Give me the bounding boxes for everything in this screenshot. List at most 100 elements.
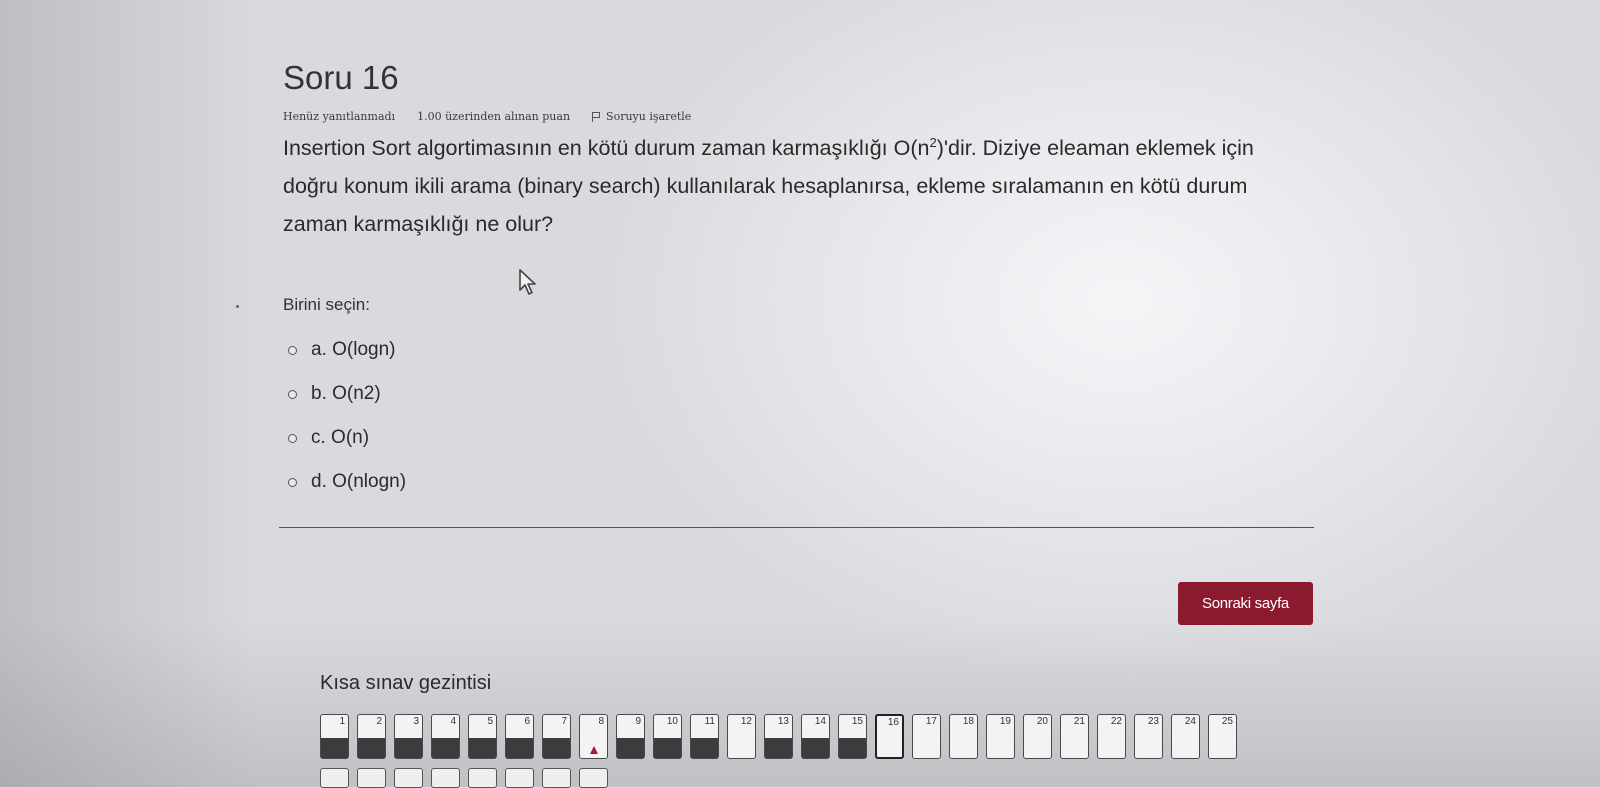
answered-indicator xyxy=(765,738,792,758)
answered-indicator xyxy=(506,738,533,758)
quiz-navigation-title: Kısa sınav gezintisi xyxy=(320,672,492,694)
nav-item-9[interactable]: 9 xyxy=(616,714,645,759)
nav-item-partial[interactable] xyxy=(505,768,534,788)
nav-item-16[interactable]: 16 xyxy=(875,714,904,759)
nav-item-number: 17 xyxy=(925,716,937,727)
quiz-navigation-next-row xyxy=(320,768,608,788)
nav-item-number: 22 xyxy=(1110,716,1122,727)
nav-item-number: 20 xyxy=(1036,716,1048,727)
nav-item-18[interactable]: 18 xyxy=(949,714,978,759)
nav-item-partial[interactable] xyxy=(542,768,571,788)
mouse-pointer-icon xyxy=(519,269,536,295)
nav-item-13[interactable]: 13 xyxy=(764,714,793,759)
nav-item-17[interactable]: 17 xyxy=(912,714,941,759)
question-panel: Soru 16 Henüz yanıtlanmadı 1.00 üzerinde… xyxy=(283,58,1343,243)
answered-indicator xyxy=(802,738,829,758)
answered-indicator xyxy=(691,738,718,758)
nav-item-number: 13 xyxy=(777,716,789,727)
radio-button[interactable] xyxy=(288,477,297,487)
nav-item-10[interactable]: 10 xyxy=(653,714,682,759)
nav-item-number: 10 xyxy=(666,716,678,727)
answered-indicator xyxy=(358,738,385,758)
nav-item-number: 21 xyxy=(1073,716,1085,727)
answer-label: c. O(n) xyxy=(311,427,370,448)
nav-item-number: 24 xyxy=(1184,716,1196,727)
answer-option-b[interactable]: b. O(n2) xyxy=(288,372,406,416)
nav-item-11[interactable]: 11 xyxy=(690,714,719,759)
nav-item-4[interactable]: 4 xyxy=(431,714,460,759)
nav-item-partial[interactable] xyxy=(431,768,460,788)
nav-item-19[interactable]: 19 xyxy=(986,714,1015,759)
answered-indicator xyxy=(395,738,422,758)
radio-button[interactable] xyxy=(288,389,297,399)
answered-indicator xyxy=(654,738,681,758)
nav-item-24[interactable]: 24 xyxy=(1171,714,1200,759)
nav-item-number: 8 xyxy=(598,716,604,727)
nav-item-14[interactable]: 14 xyxy=(801,714,830,759)
question-text: Insertion Sort algortimasının en kötü du… xyxy=(283,129,1273,243)
question-status: Henüz yanıtlanmadı xyxy=(283,110,396,123)
answered-indicator xyxy=(617,738,644,758)
nav-item-5[interactable]: 5 xyxy=(468,714,497,759)
radio-button[interactable] xyxy=(288,433,297,443)
answer-option-c[interactable]: c. O(n) xyxy=(288,416,406,460)
nav-item-15[interactable]: 15 xyxy=(838,714,867,759)
nav-item-12[interactable]: 12 xyxy=(727,714,756,759)
nav-item-number: 11 xyxy=(704,716,715,727)
nav-item-number: 19 xyxy=(999,716,1011,727)
nav-item-number: 18 xyxy=(962,716,974,727)
answer-label: a. O(logn) xyxy=(311,339,396,360)
nav-item-number: 16 xyxy=(887,717,899,728)
nav-item-partial[interactable] xyxy=(468,768,497,788)
quiz-navigation-grid: 1 2 3 4 5 6 7 8 9 10 11 12 13 14 15 16 17 18 19 20 21 22 23 24 2… xyxy=(320,714,1237,759)
nav-item-number: 15 xyxy=(851,716,863,727)
answered-indicator xyxy=(432,738,459,758)
nav-item-number: 3 xyxy=(413,716,419,727)
nav-item-8[interactable]: 8 xyxy=(579,714,608,759)
answer-list: a. O(logn) b. O(n2) c. O(n) d. O(nlogn) xyxy=(288,328,406,504)
nav-item-number: 2 xyxy=(376,716,382,727)
nav-item-1[interactable]: 1 xyxy=(320,714,349,759)
bullet-dot xyxy=(236,305,239,308)
question-info: Henüz yanıtlanmadı 1.00 üzerinden alınan… xyxy=(283,110,1343,123)
next-page-button[interactable]: Sonraki sayfa xyxy=(1178,582,1313,625)
nav-item-number: 12 xyxy=(740,716,752,727)
answered-indicator xyxy=(543,738,570,758)
choose-prompt: Birini seçin: xyxy=(283,295,370,314)
nav-item-number: 23 xyxy=(1147,716,1159,727)
nav-item-25[interactable]: 25 xyxy=(1208,714,1237,759)
flag-question-label: Soruyu işaretle xyxy=(606,110,692,123)
answered-indicator xyxy=(839,738,866,758)
answer-option-a[interactable]: a. O(logn) xyxy=(288,328,406,372)
nav-item-number: 9 xyxy=(635,716,641,727)
nav-item-6[interactable]: 6 xyxy=(505,714,534,759)
nav-item-partial[interactable] xyxy=(579,768,608,788)
nav-item-21[interactable]: 21 xyxy=(1060,714,1089,759)
radio-button[interactable] xyxy=(288,345,297,355)
flagged-icon xyxy=(589,746,598,754)
nav-item-3[interactable]: 3 xyxy=(394,714,423,759)
nav-item-20[interactable]: 20 xyxy=(1023,714,1052,759)
nav-item-2[interactable]: 2 xyxy=(357,714,386,759)
answer-option-d[interactable]: d. O(nlogn) xyxy=(288,460,406,504)
flag-question-link[interactable]: Soruyu işaretle xyxy=(592,110,691,123)
nav-item-partial[interactable] xyxy=(320,768,349,788)
nav-item-partial[interactable] xyxy=(357,768,386,788)
nav-item-number: 4 xyxy=(450,716,456,727)
nav-item-number: 1 xyxy=(339,716,345,727)
question-points: 1.00 üzerinden alınan puan xyxy=(417,110,571,123)
section-divider xyxy=(279,527,1314,528)
nav-item-23[interactable]: 23 xyxy=(1134,714,1163,759)
answered-indicator xyxy=(321,738,348,758)
question-text-superscript: 2 xyxy=(929,134,937,150)
nav-item-7[interactable]: 7 xyxy=(542,714,571,759)
nav-item-partial[interactable] xyxy=(394,768,423,788)
nav-item-number: 5 xyxy=(487,716,493,727)
answer-label: d. O(nlogn) xyxy=(311,471,407,492)
nav-item-number: 14 xyxy=(814,716,826,727)
flag-icon xyxy=(592,112,601,122)
answered-indicator xyxy=(469,738,496,758)
nav-item-number: 25 xyxy=(1221,716,1233,727)
answer-label: b. O(n2) xyxy=(311,383,381,404)
nav-item-22[interactable]: 22 xyxy=(1097,714,1126,759)
